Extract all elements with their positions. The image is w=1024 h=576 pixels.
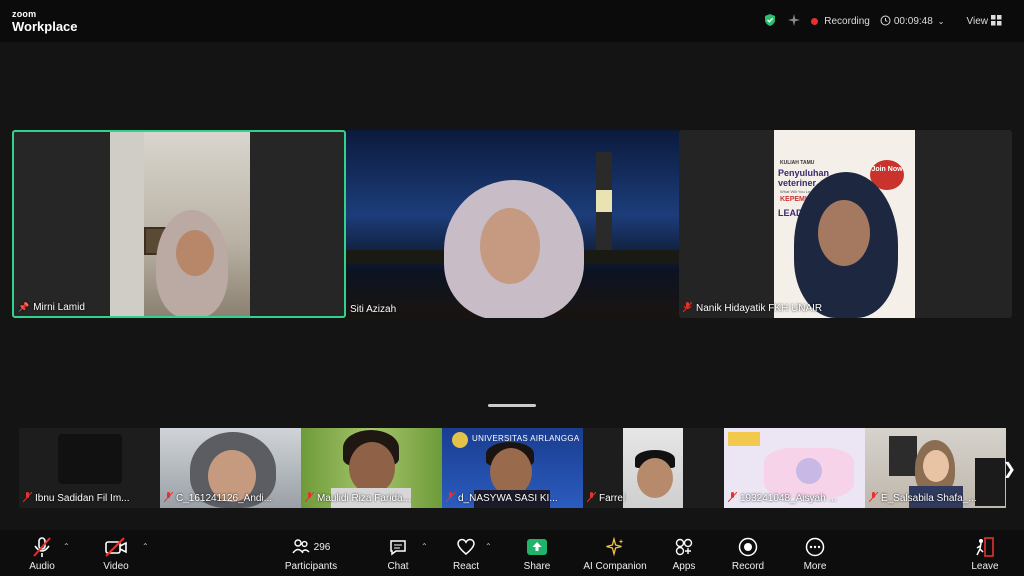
poster-line-3: veteriner	[778, 178, 817, 188]
more-button[interactable]: More	[783, 536, 847, 572]
ai-companion-label: AI Companion	[583, 561, 647, 572]
gallery-next-icon[interactable]: ❯	[1003, 459, 1016, 479]
leave-label: Leave	[971, 561, 999, 572]
participant-name: Siti Azizah	[350, 304, 397, 315]
participant-name-bar: Siti Azizah	[350, 304, 396, 315]
video-tile-speaker-1[interactable]: 📌 Mirni Lamid	[12, 130, 346, 318]
participant-name: 193241048_Aisyah ...	[740, 493, 837, 504]
participant-name-bar: Nanik Hidayatik FKH UNAIR	[682, 301, 823, 315]
timer-text: 00:09:48	[893, 16, 933, 27]
recording-label: Recording	[824, 16, 870, 27]
apps-button[interactable]: Apps	[652, 536, 716, 572]
gallery-tile-2[interactable]: C_161241126_Andi...	[160, 428, 301, 508]
video-label: Video	[103, 561, 129, 572]
mic-muted-icon	[163, 491, 174, 505]
university-banner: UNIVERSITAS AIRLANGGA	[472, 434, 580, 443]
participant-name-bar: 📌 Mirni Lamid	[18, 302, 85, 313]
chevron-up-icon[interactable]: ⌃	[142, 542, 149, 551]
chevron-up-icon[interactable]: ⌃	[63, 542, 70, 551]
video-off-icon	[84, 536, 148, 558]
participants-label: Participants	[284, 561, 338, 572]
grid-icon	[991, 14, 1002, 29]
record-label: Record	[731, 561, 765, 572]
recording-dot-icon	[811, 18, 819, 25]
more-dots-icon	[783, 536, 847, 558]
participant-name: Nanik Hidayatik FKH UNAIR	[696, 303, 823, 314]
participant-name: Mirni Lamid	[33, 302, 85, 313]
share-screen-icon	[505, 536, 569, 558]
meeting-toolbar: Audio ⌃ Video ⌃ 296 Participants Chat ⌃ …	[0, 530, 1024, 576]
resize-handle[interactable]	[488, 404, 536, 407]
brand-top: zoom	[12, 9, 37, 19]
gallery-tile-5[interactable]: Farrel	[583, 428, 724, 508]
participant-name: d_NASYWA SASI KI...	[458, 493, 558, 504]
mic-muted-icon	[682, 301, 693, 315]
participant-name: Farrel	[599, 493, 626, 504]
chat-label: Chat	[387, 561, 409, 572]
gallery-tile-6[interactable]: 193241048_Aisyah ...	[724, 428, 865, 508]
chevron-up-icon[interactable]: ⌃	[485, 542, 492, 551]
leave-button[interactable]: Leave	[953, 536, 1017, 572]
record-icon	[716, 536, 780, 558]
participant-name: C_161241126_Andi...	[176, 493, 273, 504]
mic-muted-icon	[445, 491, 456, 505]
people-icon	[292, 537, 310, 558]
poster-line-1: KULIAH TAMU	[780, 160, 815, 166]
university-logo-icon	[452, 432, 468, 448]
participant-name: Maulidi Riza Farida...	[317, 493, 411, 504]
poster-line-2: Penyuluhan	[778, 168, 830, 178]
react-label: React	[452, 561, 480, 572]
video-tile-speaker-3[interactable]: KULIAH TAMU Penyuluhan veteriner What Wi…	[679, 130, 1012, 318]
leave-door-icon	[953, 536, 1017, 558]
brand-bottom: Workplace	[12, 19, 78, 34]
ai-companion-button[interactable]: AI Companion	[576, 536, 654, 572]
mic-muted-icon	[304, 491, 315, 505]
shield-icon[interactable]	[763, 13, 777, 30]
zoom-logo: zoom Workplace	[12, 9, 78, 34]
video-button[interactable]: Video	[84, 536, 148, 572]
share-button[interactable]: Share	[505, 536, 569, 572]
apps-icon	[652, 536, 716, 558]
more-label: More	[803, 561, 827, 572]
ai-sparkle-icon	[576, 536, 654, 558]
mic-muted-icon	[586, 491, 597, 505]
clock-icon	[880, 15, 891, 29]
mic-muted-icon	[868, 491, 879, 505]
gallery-tile-7[interactable]: E_Salsabila Shafa_...	[865, 428, 1006, 508]
timer-button[interactable]: 00:09:48 ⌄	[880, 15, 945, 29]
view-label: View	[966, 16, 989, 27]
gallery-tile-3[interactable]: Maulidi Riza Farida...	[301, 428, 442, 508]
apps-label: Apps	[672, 561, 696, 572]
participants-button[interactable]: 296 Participants	[278, 536, 344, 572]
share-label: Share	[523, 561, 551, 572]
view-button[interactable]: View	[966, 14, 1003, 29]
mic-muted-icon	[22, 491, 33, 505]
chevron-down-icon: ⌄	[937, 17, 945, 26]
sparkle-icon[interactable]	[787, 13, 801, 30]
participant-name: E_Salsabila Shafa_...	[881, 493, 977, 504]
camera-feed	[110, 132, 250, 316]
record-button[interactable]: Record	[716, 536, 780, 572]
pin-icon: 📌	[18, 302, 30, 312]
virtual-background-poster: KULIAH TAMU Penyuluhan veteriner What Wi…	[774, 130, 915, 318]
chevron-up-icon[interactable]: ⌃	[421, 542, 428, 551]
participant-name: Ibnu Sadidan Fil Im...	[35, 493, 130, 504]
recording-indicator[interactable]: Recording	[811, 16, 870, 27]
gallery-tile-1[interactable]: Ibnu Sadidan Fil Im...	[19, 428, 160, 508]
audio-label: Audio	[29, 561, 55, 572]
participants-count: 296	[313, 541, 331, 553]
mic-muted-icon	[727, 491, 738, 505]
gallery-tile-4[interactable]: UNIVERSITAS AIRLANGGA d_NASYWA SASI KI..…	[442, 428, 583, 508]
top-bar: zoom Workplace Recording 00:09:48 ⌄ View	[0, 0, 1024, 42]
video-tile-speaker-2[interactable]: Siti Azizah	[346, 130, 679, 318]
